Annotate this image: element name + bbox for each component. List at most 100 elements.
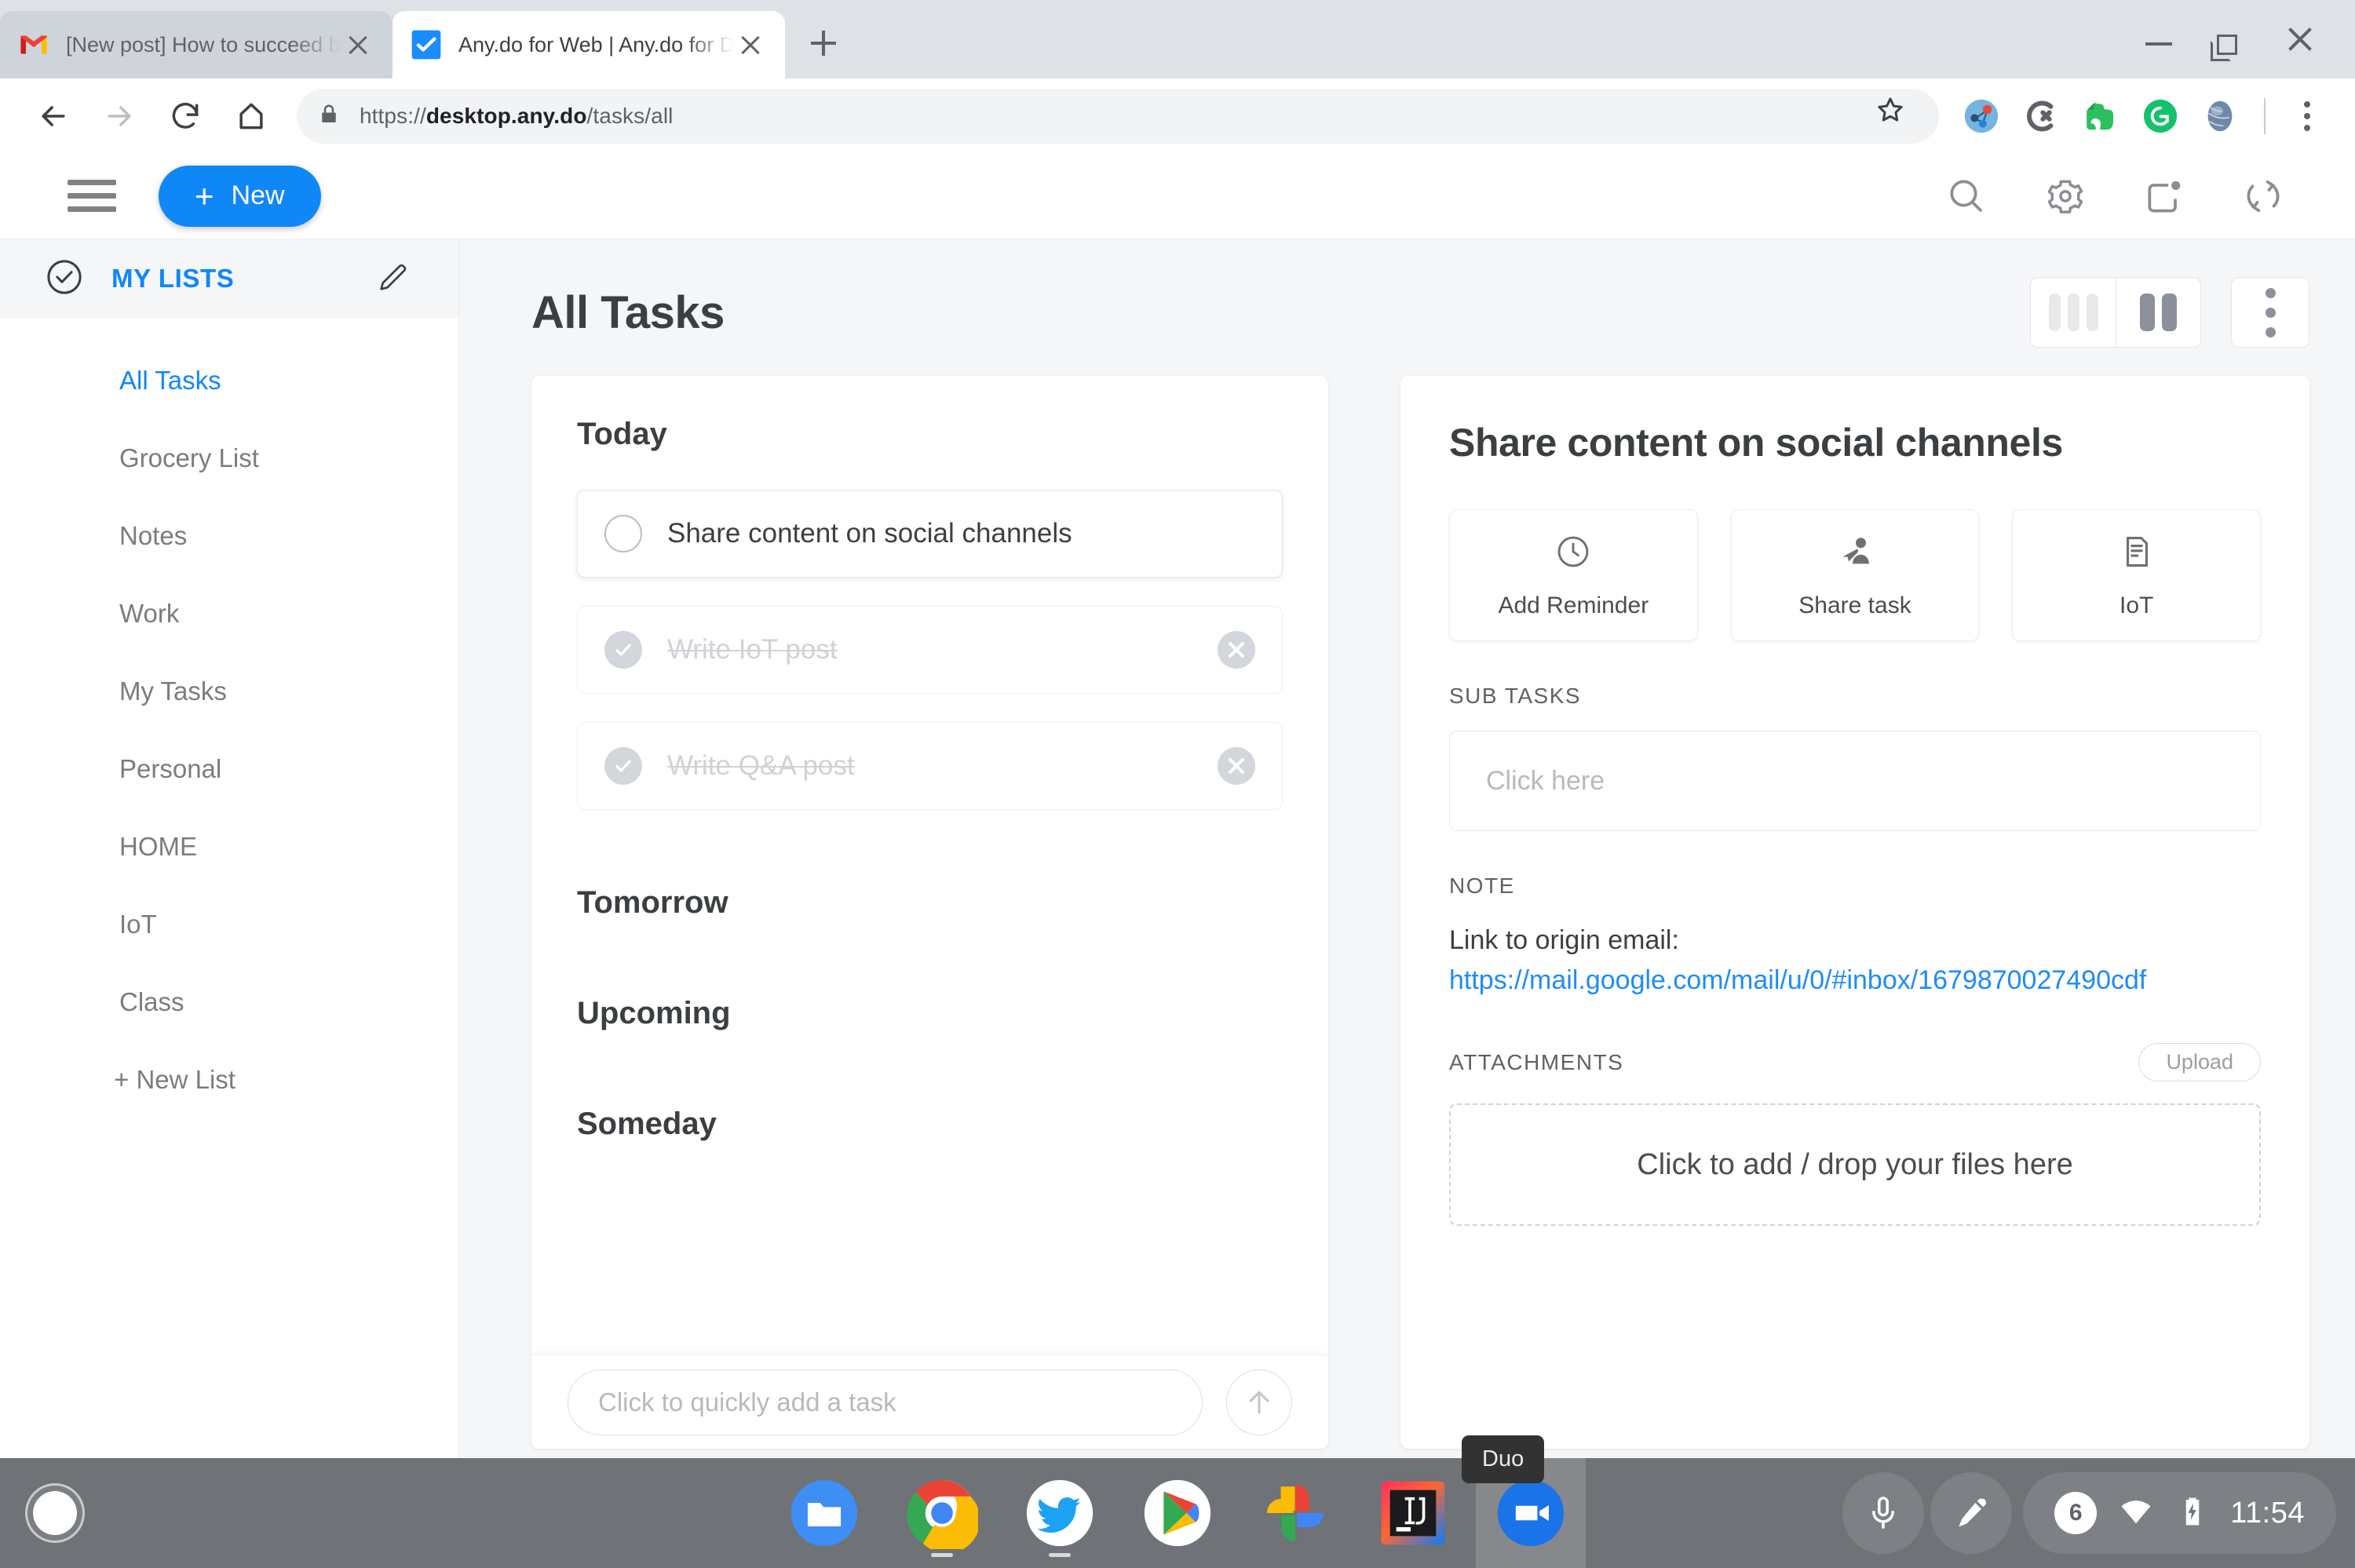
duo-app-icon[interactable]: Duo	[1462, 1435, 1586, 1568]
lock-icon	[317, 103, 344, 129]
url-text: https://desktop.any.do/tasks/all	[360, 103, 674, 128]
delete-task-icon[interactable]	[1218, 747, 1255, 785]
task-row[interactable]: Write IoT post	[577, 606, 1283, 694]
note-text: Link to origin email:	[1449, 925, 1679, 955]
task-list-scroll[interactable]: Today Share content on social channels W…	[531, 376, 1328, 1355]
close-icon[interactable]	[2264, 8, 2335, 71]
task-list-panel: Today Share content on social channels W…	[531, 376, 1328, 1449]
evernote-extension-icon[interactable]	[2071, 86, 2130, 146]
sub-task-input[interactable]: Click here	[1449, 731, 2261, 831]
sidebar-item-personal[interactable]: Personal	[0, 730, 458, 808]
reload-icon[interactable]	[152, 83, 218, 149]
delete-task-icon[interactable]	[1218, 631, 1255, 669]
home-icon[interactable]	[218, 83, 284, 149]
add-reminder-button[interactable]: Add Reminder	[1449, 509, 1698, 641]
twitter-app-icon[interactable]	[1005, 1458, 1115, 1568]
sidebar-item-home[interactable]: HOME	[0, 808, 458, 885]
section-title-upcoming: Upcoming	[577, 996, 731, 1030]
attachment-dropzone[interactable]: Click to add / drop your files here	[1449, 1103, 2261, 1226]
view-controls	[2030, 277, 2309, 348]
stylus-icon[interactable]	[1930, 1472, 2013, 1554]
anydo-app: + New MY LISTS All Tasks Grocery List No…	[0, 153, 2355, 1458]
restore-icon[interactable]	[2193, 8, 2264, 71]
add-reminder-label: Add Reminder	[1498, 592, 1649, 618]
close-icon[interactable]	[341, 27, 375, 62]
sidebar-item-my-tasks[interactable]: My Tasks	[0, 652, 458, 730]
browser-tab-anydo[interactable]: Any.do for Web | Any.do for De	[392, 11, 785, 78]
browser-toolbar: https://desktop.any.do/tasks/all	[0, 78, 2355, 153]
running-indicator	[1049, 1553, 1071, 1557]
task-checkbox-checked[interactable]	[604, 747, 642, 785]
hamburger-icon[interactable]	[68, 172, 116, 221]
section-title-tomorrow: Tomorrow	[577, 885, 728, 920]
more-options-icon[interactable]	[2231, 277, 2309, 348]
microphone-icon[interactable]	[1842, 1472, 1925, 1554]
tab-title: [New post] How to succeed bu	[66, 32, 341, 57]
task-checkbox[interactable]	[604, 515, 642, 552]
task-row[interactable]: Write Q&A post	[577, 722, 1283, 810]
detail-action-cards: Add Reminder Share task IoT	[1449, 509, 2262, 641]
minimize-icon[interactable]	[2123, 8, 2193, 71]
sync-icon[interactable]	[2237, 170, 2289, 222]
list-document-icon	[2117, 532, 2156, 575]
quick-add-input[interactable]: Click to quickly add a task	[568, 1369, 1203, 1435]
note-label: NOTE	[1449, 873, 1515, 898]
sidebar-item-all-tasks[interactable]: All Tasks	[0, 341, 458, 419]
attachments-header: ATTACHMENTS Upload	[1449, 1043, 2261, 1081]
new-tab-button[interactable]	[796, 16, 851, 71]
chrome-app-icon[interactable]	[887, 1458, 997, 1568]
play-store-app-icon[interactable]	[1123, 1458, 1232, 1568]
sidebar-header[interactable]: MY LISTS	[0, 239, 458, 318]
task-label: Share content on social channels	[667, 518, 1072, 549]
files-app-icon[interactable]	[769, 1458, 879, 1568]
close-icon[interactable]	[733, 27, 768, 62]
browser-tab-gmail[interactable]: [New post] How to succeed bu	[0, 11, 392, 78]
shelf-tooltip: Duo	[1462, 1435, 1545, 1483]
back-arrow-icon[interactable]	[20, 83, 86, 149]
running-indicator	[931, 1553, 953, 1557]
status-area[interactable]: 6 11:54	[2023, 1472, 2336, 1554]
launcher-icon[interactable]	[0, 1458, 110, 1568]
sidebar-item-class[interactable]: Class	[0, 963, 458, 1041]
extensions-bar	[1952, 86, 2335, 146]
task-checkbox-checked[interactable]	[604, 631, 642, 669]
address-bar[interactable]: https://desktop.any.do/tasks/all	[297, 88, 1939, 144]
note-link[interactable]: https://mail.google.com/mail/u/0/#inbox/…	[1449, 961, 2261, 1001]
clock: 11:54	[2230, 1496, 2305, 1530]
sidebar-item-iot[interactable]: IoT	[0, 885, 458, 963]
new-list-button[interactable]: + New List	[0, 1041, 458, 1118]
google-photos-app-icon[interactable]	[1240, 1458, 1350, 1568]
two-column-view-icon[interactable]	[2116, 278, 2200, 347]
pencil-icon[interactable]	[375, 259, 414, 298]
sidebar-item-notes[interactable]: Notes	[0, 497, 458, 574]
browser-menu-icon[interactable]	[2280, 86, 2335, 146]
three-column-view-icon[interactable]	[2031, 278, 2116, 347]
anydo-icon	[410, 28, 443, 61]
check-circle-icon	[44, 257, 88, 301]
list-tag-button[interactable]: IoT	[2012, 509, 2262, 641]
grammarly-extension-icon[interactable]	[2130, 86, 2190, 146]
sidebar-item-grocery-list[interactable]: Grocery List	[0, 419, 458, 497]
system-tray: 6 11:54	[1842, 1472, 2355, 1554]
browser-window: [New post] How to succeed bu Any.do for …	[0, 0, 2355, 1568]
task-row[interactable]: Share content on social channels	[577, 490, 1283, 578]
plus-icon: +	[195, 177, 214, 214]
intellij-idea-app-icon[interactable]	[1358, 1458, 1468, 1568]
sidebar: MY LISTS All Tasks Grocery List Notes Wo…	[0, 239, 459, 1458]
task-label: Write Q&A post	[667, 750, 855, 781]
new-task-button[interactable]: + New	[159, 165, 321, 227]
share-task-button[interactable]: Share task	[1730, 509, 1980, 641]
main-header: All Tasks	[459, 239, 2355, 348]
star-icon[interactable]	[1875, 94, 1919, 138]
notifications-icon[interactable]	[2138, 170, 2190, 222]
page-title: All Tasks	[531, 286, 725, 338]
upload-button[interactable]: Upload	[2138, 1043, 2261, 1081]
send-arrow-icon[interactable]	[1226, 1369, 1292, 1435]
network-share-extension-icon[interactable]	[1952, 86, 2011, 146]
panels: Today Share content on social channels W…	[459, 348, 2355, 1449]
search-icon[interactable]	[1941, 170, 1992, 222]
sidebar-item-work[interactable]: Work	[0, 574, 458, 652]
globe-extension-icon[interactable]	[2190, 86, 2250, 146]
clockify-extension-icon[interactable]	[2011, 86, 2071, 146]
gear-icon[interactable]	[2039, 170, 2091, 222]
